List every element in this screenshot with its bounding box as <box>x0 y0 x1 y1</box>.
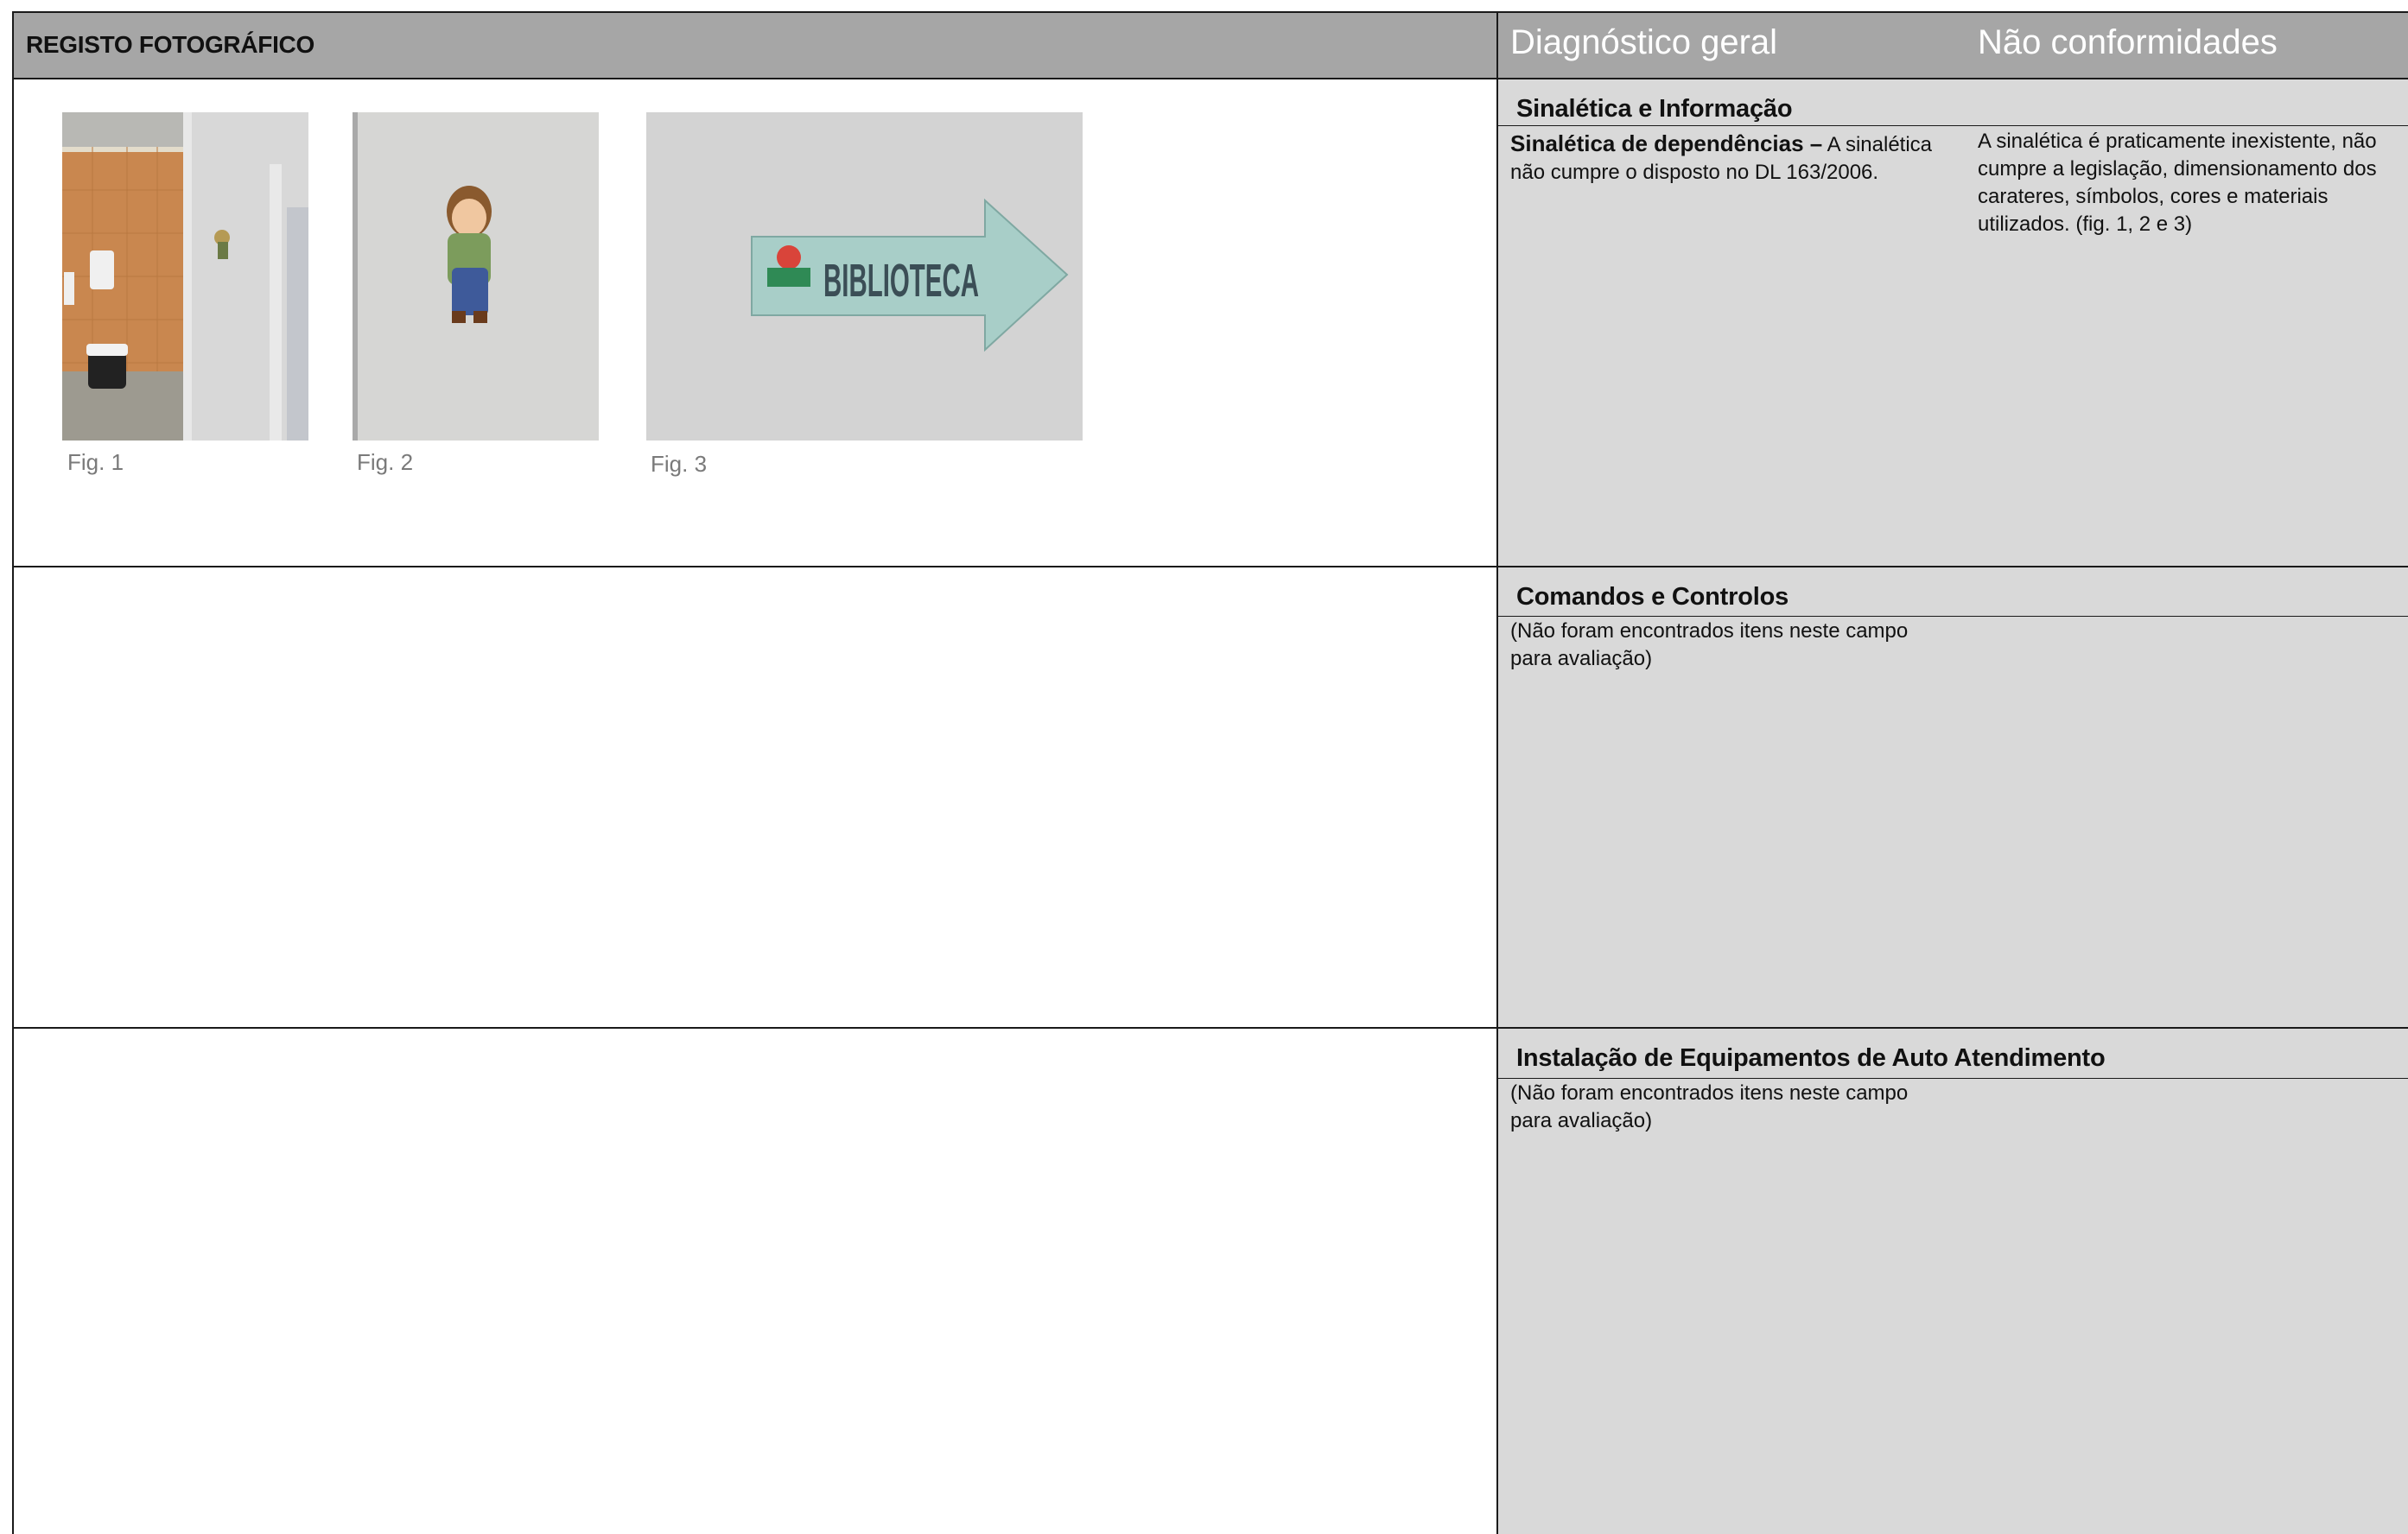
boy-sign-photo-icon <box>353 112 599 441</box>
figure-3-photo: BIBLIOTECA <box>646 112 1083 441</box>
library-arrow-sign-icon: BIBLIOTECA <box>646 112 1083 441</box>
diagnostic-bold-label: Sinalética de dependências – <box>1510 130 1823 156</box>
header-bottom-border <box>12 78 2408 79</box>
section-3-underline <box>1498 1078 2408 1079</box>
figure-2-photo <box>353 112 599 441</box>
registo-fotografico-title: REGISTO FOTOGRÁFICO <box>26 31 315 58</box>
row-divider-1 <box>12 566 2408 567</box>
section-auto-atendimento-title: Instalação de Equipamentos de Auto Atend… <box>1516 1044 2106 1072</box>
figure-2-caption: Fig. 2 <box>357 449 414 475</box>
restroom-photo-icon <box>62 112 308 441</box>
biblioteca-sign-text: BIBLIOTECA <box>823 255 979 307</box>
row-divider-2 <box>12 1027 2408 1029</box>
diagnostico-geral-header: Diagnóstico geral <box>1510 23 1778 61</box>
section-comandos-diagnostic: (Não foram encontrados itens neste campo… <box>1510 619 1909 670</box>
nao-conformidades-header: Não conformidades <box>1978 23 2278 61</box>
section-sinaletica-title: Sinalética e Informação <box>1516 95 1793 123</box>
figure-1-caption: Fig. 1 <box>67 449 124 475</box>
section-comandos-title: Comandos e Controlos <box>1516 583 1789 611</box>
section-1-underline <box>1498 125 2408 126</box>
diagnostic-panel <box>1498 79 2408 1534</box>
section-sinaletica-nonconformity: A sinalética é praticamente inexistente,… <box>1978 130 2377 236</box>
section-2-underline <box>1498 616 2408 617</box>
section-auto-atendimento-diagnostic: (Não foram encontrados itens neste campo… <box>1510 1081 1909 1132</box>
figure-3-caption: Fig. 3 <box>651 451 708 477</box>
section-sinaletica-diagnostic: Sinalética de dependências – A sinalétic… <box>1510 130 1951 187</box>
figure-1-photo <box>62 112 308 441</box>
column-divider <box>1496 11 1498 1534</box>
table-top-border <box>12 11 2408 13</box>
table-left-border <box>12 11 14 1534</box>
